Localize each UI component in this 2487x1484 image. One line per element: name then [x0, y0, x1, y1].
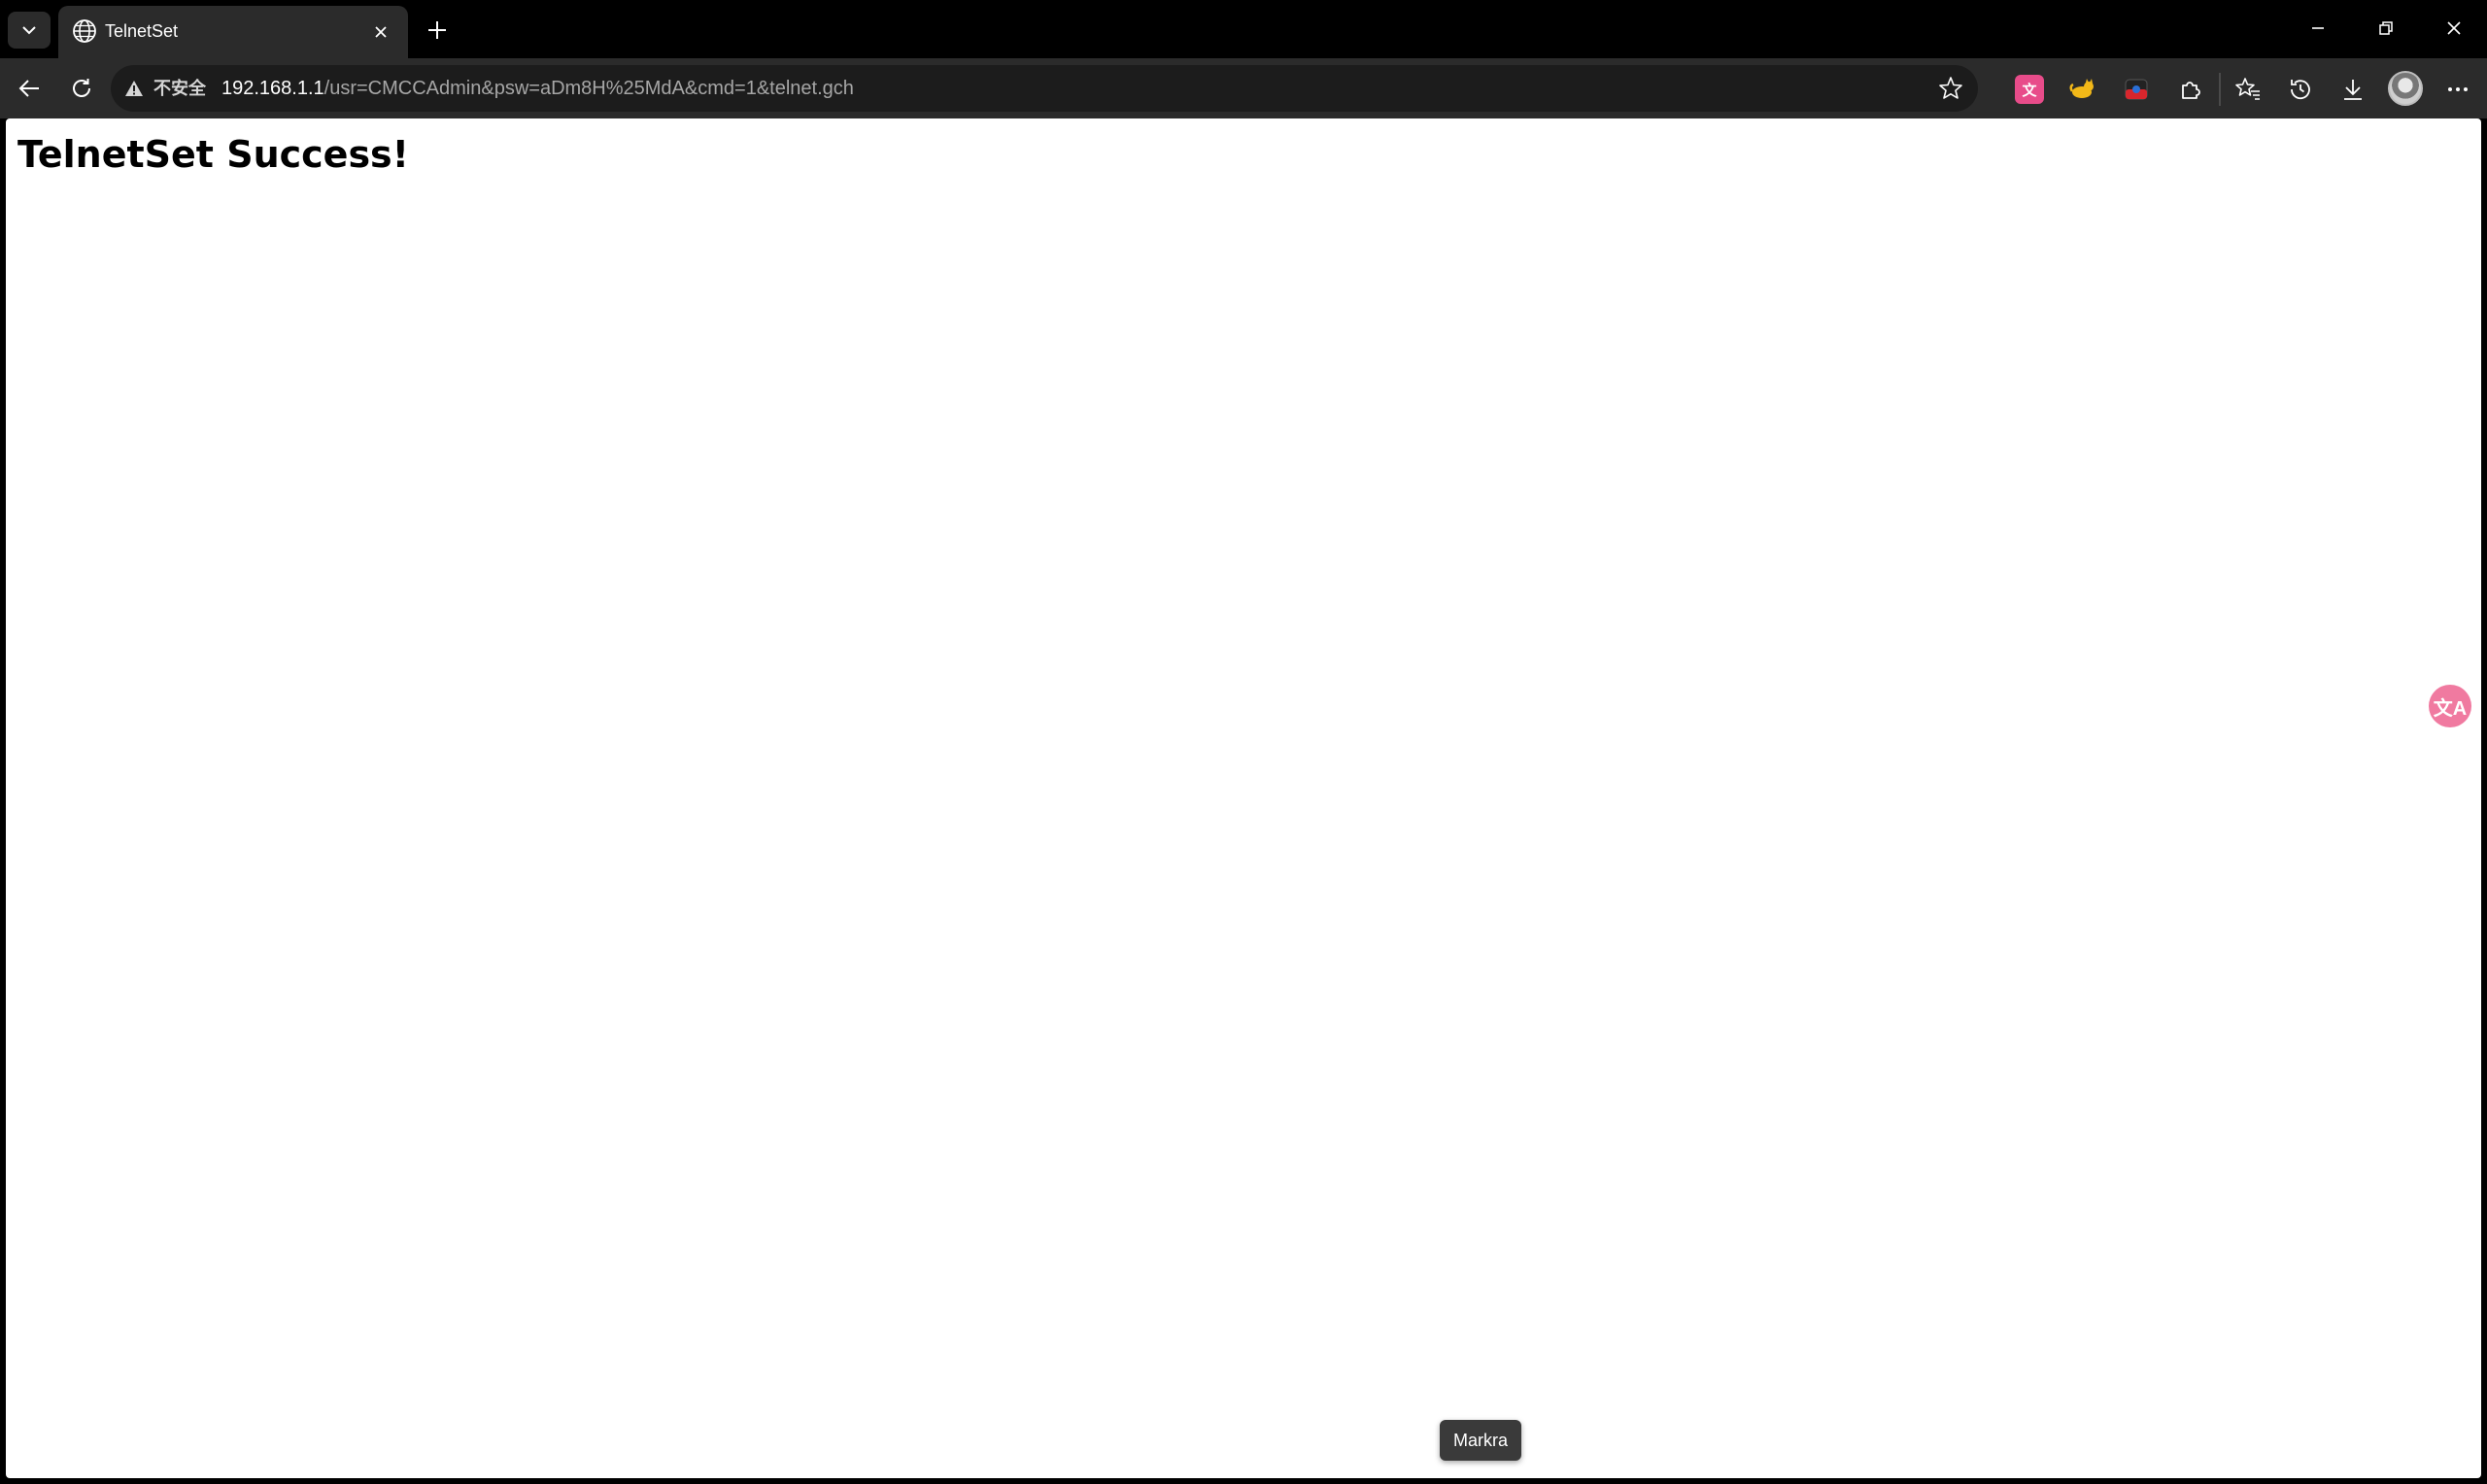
cat-extension-icon[interactable]	[2067, 75, 2096, 104]
chevron-down-icon	[22, 26, 36, 35]
favorites-icon	[2235, 78, 2260, 100]
translate-icon: 文	[2022, 82, 2037, 99]
extensions-button[interactable]	[2168, 68, 2211, 111]
toolbar: 不安全 192.168.1.1/usr=CMCCAdmin&psw=aDm8H%…	[0, 58, 2487, 118]
cat-icon	[2069, 79, 2094, 98]
new-tab-button[interactable]	[418, 14, 457, 47]
restore-icon	[2379, 21, 2393, 35]
history-icon	[2291, 80, 2310, 100]
close-icon	[375, 26, 387, 38]
profile-avatar[interactable]	[2388, 71, 2423, 106]
translate-extension-icon[interactable]: 文	[2015, 75, 2044, 104]
plus-icon	[428, 21, 446, 39]
reload-icon	[73, 79, 90, 97]
tab-close-button[interactable]	[367, 18, 394, 46]
history-button[interactable]	[2279, 68, 2322, 111]
warning-icon	[125, 81, 143, 96]
downloads-button[interactable]	[2332, 68, 2374, 111]
url-path: /usr=CMCCAdmin&psw=aDm8H%25MdA&cmd=1&tel…	[324, 78, 854, 99]
download-icon	[2344, 80, 2362, 100]
address-bar[interactable]: 不安全 192.168.1.1/usr=CMCCAdmin&psw=aDm8H%…	[111, 65, 1978, 112]
translate-icon: 文A	[2433, 697, 2468, 720]
media-extension-icon[interactable]	[2122, 75, 2151, 104]
url-text[interactable]: 192.168.1.1/usr=CMCCAdmin&psw=aDm8H%25Md…	[221, 76, 854, 101]
url-host: 192.168.1.1	[221, 78, 324, 99]
tooltip: Markra	[1440, 1420, 1522, 1461]
security-label[interactable]: 不安全	[153, 76, 206, 101]
page-viewport: TelnetSet Success! 文A Markra	[6, 118, 2481, 1478]
minimize-icon	[2312, 27, 2324, 29]
svg-text:文: 文	[2022, 82, 2037, 99]
reload-button[interactable]	[60, 67, 103, 110]
puzzle-icon	[2182, 82, 2200, 99]
close-icon	[2447, 21, 2461, 35]
back-button[interactable]	[8, 67, 51, 110]
media-icon	[2125, 79, 2148, 100]
globe-icon	[73, 19, 96, 43]
window-close-button[interactable]	[2433, 10, 2475, 47]
star-icon[interactable]	[1937, 75, 1964, 102]
settings-menu-button[interactable]	[2436, 68, 2479, 111]
favorites-button[interactable]	[2227, 68, 2269, 111]
tab-strip: TelnetSet	[0, 0, 2487, 58]
minimize-button[interactable]	[2297, 10, 2339, 47]
toolbar-separator	[2219, 73, 2221, 106]
tab-title: TelnetSet	[105, 21, 179, 41]
tab-list-button[interactable]	[8, 12, 51, 49]
arrow-left-icon	[18, 80, 39, 97]
floating-translate-button[interactable]: 文A	[2429, 685, 2471, 727]
page-heading: TelnetSet Success!	[17, 133, 410, 176]
restore-button[interactable]	[2365, 10, 2407, 47]
active-tab[interactable]: TelnetSet	[58, 6, 408, 58]
more-icon	[2448, 87, 2468, 91]
